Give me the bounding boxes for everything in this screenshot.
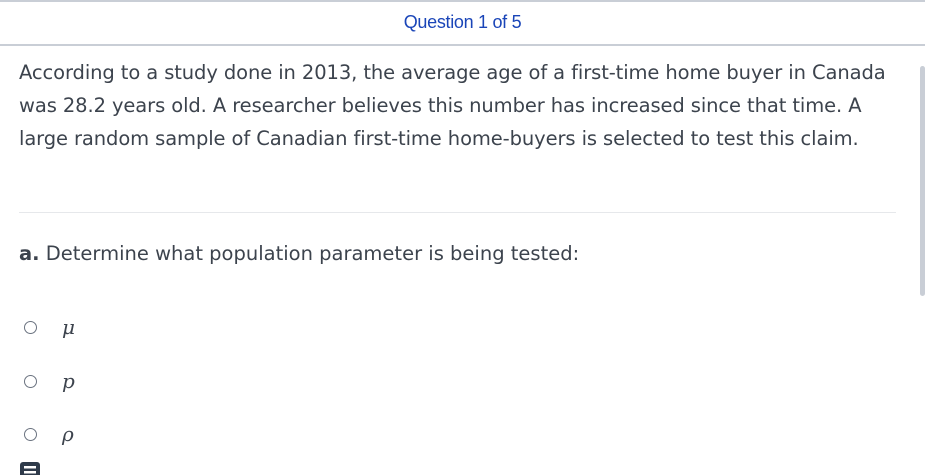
part-a-label: a. — [19, 242, 40, 265]
radio-button[interactable] — [24, 320, 37, 334]
question-text: According to a study done in 2013, the a… — [19, 61, 886, 150]
part-a-prompt: a. Determine what population parameter i… — [19, 242, 579, 265]
option-p[interactable]: p — [24, 369, 75, 393]
calculator-icon[interactable] — [20, 462, 40, 475]
scrollbar[interactable] — [920, 66, 925, 296]
radio-button[interactable] — [24, 427, 37, 441]
option-rho[interactable]: ρ — [24, 422, 74, 446]
option-label: ρ — [62, 422, 74, 446]
part-a-prompt-text: Determine what population parameter is b… — [39, 242, 580, 265]
question-body: According to a study done in 2013, the a… — [19, 56, 899, 155]
option-label: μ — [62, 315, 75, 339]
question-page: Question 1 of 5 According to a study don… — [0, 0, 925, 475]
radio-button[interactable] — [24, 374, 37, 388]
section-divider — [19, 212, 896, 213]
question-counter: Question 1 of 5 — [403, 12, 522, 32]
option-mu[interactable]: μ — [24, 315, 75, 339]
question-header: Question 1 of 5 — [0, 2, 925, 46]
option-label: p — [62, 369, 75, 393]
